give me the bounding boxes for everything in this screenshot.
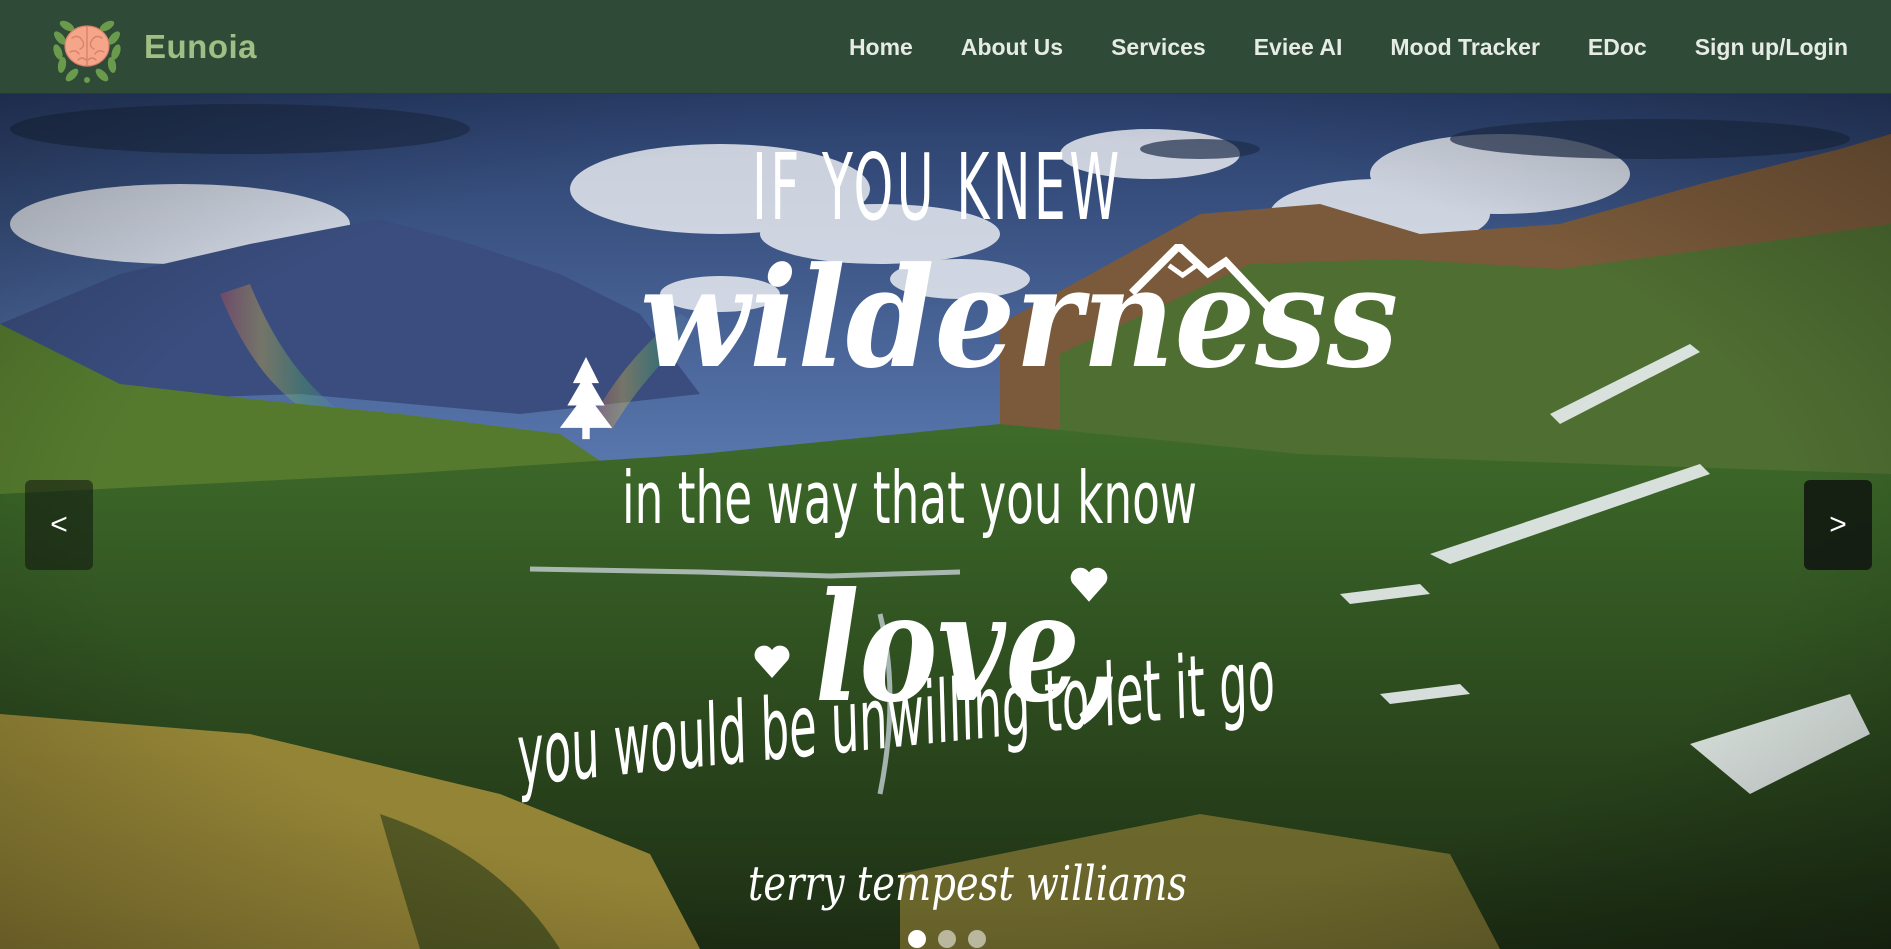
quote-overlay: IF YOU KNEW wilderness in the way that y… xyxy=(0,94,1891,949)
brain-laurel-icon xyxy=(53,20,121,83)
main-nav: Home About Us Services Eviee AI Mood Tra… xyxy=(849,0,1848,94)
heart-icon xyxy=(754,645,790,678)
nav-home[interactable]: Home xyxy=(849,34,913,61)
quote-line-3: in the way that you know xyxy=(622,456,1197,540)
carousel-dot[interactable] xyxy=(908,930,926,948)
carousel-dot[interactable] xyxy=(938,930,956,948)
nav-signup-login[interactable]: Sign up/Login xyxy=(1695,34,1848,61)
nav-services[interactable]: Services xyxy=(1111,34,1206,61)
carousel-next-button[interactable]: > xyxy=(1804,480,1872,570)
carousel-indicators xyxy=(908,930,986,948)
nav-about-us[interactable]: About Us xyxy=(961,34,1063,61)
brand[interactable]: Eunoia xyxy=(48,8,257,86)
nav-mood-tracker[interactable]: Mood Tracker xyxy=(1390,34,1540,61)
carousel-prev-button[interactable]: < xyxy=(25,480,93,570)
hero-carousel: IF YOU KNEW wilderness in the way that y… xyxy=(0,94,1891,949)
tree-icon xyxy=(559,357,613,440)
brand-name: Eunoia xyxy=(144,27,258,65)
carousel-dot[interactable] xyxy=(968,930,986,948)
nav-eviee-ai[interactable]: Eviee AI xyxy=(1254,34,1343,61)
quote-author: terry tempest williams xyxy=(748,856,1187,912)
nav-edoc[interactable]: EDoc xyxy=(1588,34,1647,61)
quote-line-2: wilderness xyxy=(640,236,1399,399)
quote-line-1: IF YOU KNEW xyxy=(752,134,1123,241)
navbar: Eunoia Home About Us Services Eviee AI M… xyxy=(0,0,1891,94)
